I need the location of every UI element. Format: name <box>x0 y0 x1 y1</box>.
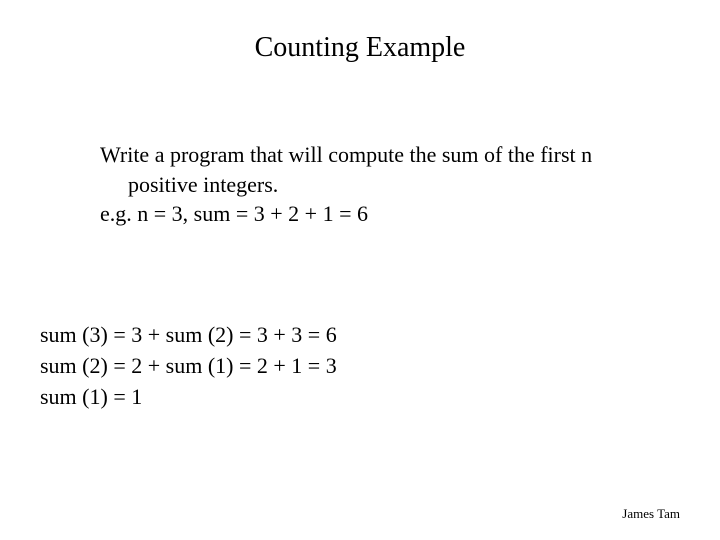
body-line-2: positive integers. <box>100 170 640 200</box>
work-line-3: sum (1) = 1 <box>40 382 337 413</box>
slide: Counting Example Write a program that wi… <box>0 0 720 540</box>
worked-example: sum (3) = 3 + sum (2) = 3 + 3 = 6 sum (2… <box>40 320 337 412</box>
body-line-1: Write a program that will compute the su… <box>100 140 640 170</box>
body-line-3: e.g. n = 3, sum = 3 + 2 + 1 = 6 <box>100 199 640 229</box>
problem-statement: Write a program that will compute the su… <box>100 140 640 229</box>
work-line-2: sum (2) = 2 + sum (1) = 2 + 1 = 3 <box>40 351 337 382</box>
work-line-1: sum (3) = 3 + sum (2) = 3 + 3 = 6 <box>40 320 337 351</box>
slide-title: Counting Example <box>0 32 720 64</box>
author-footer: James Tam <box>622 506 680 522</box>
